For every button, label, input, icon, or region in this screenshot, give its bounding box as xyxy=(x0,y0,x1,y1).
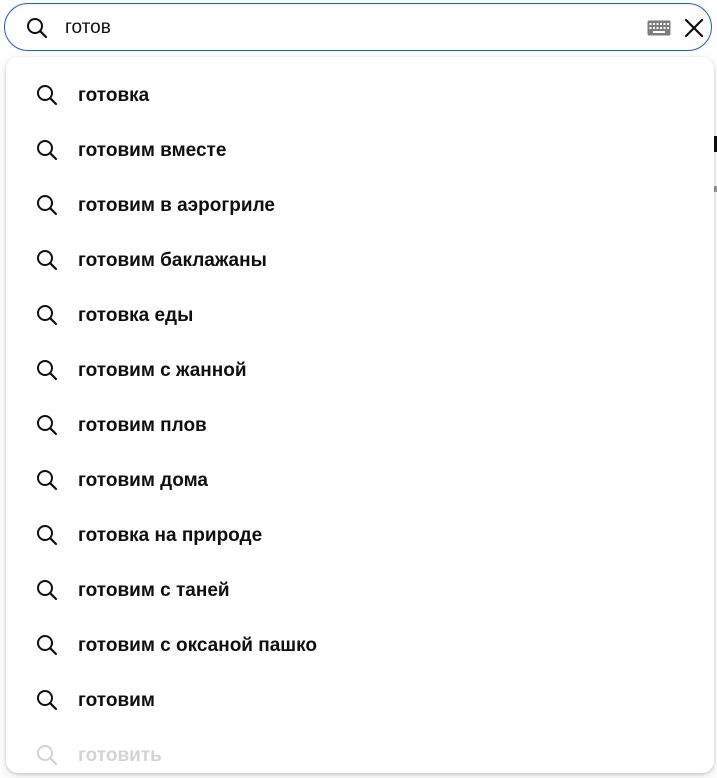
suggestion-item[interactable]: готовить xyxy=(6,728,714,773)
suggestion-item[interactable]: готовим с жанной xyxy=(6,343,714,398)
search-icon xyxy=(27,18,48,39)
search-box[interactable] xyxy=(4,3,712,52)
search-icon xyxy=(37,85,58,106)
suggestion-item[interactable]: готовка еды xyxy=(6,288,714,343)
keyboard-icon[interactable] xyxy=(647,20,671,36)
search-icon xyxy=(37,635,58,656)
search-icon xyxy=(37,415,58,436)
search-icon xyxy=(37,305,58,326)
search-icon xyxy=(37,140,58,161)
suggestion-label: готовим с оксаной пашко xyxy=(78,635,318,656)
suggestion-label: готовим с таней xyxy=(78,580,230,601)
suggestion-label: готовим с жанной xyxy=(78,360,247,381)
suggestion-item[interactable]: готовка на природе xyxy=(6,508,714,563)
search-icon xyxy=(37,195,58,216)
suggestion-label: готовить xyxy=(78,745,162,766)
search-page: готовка готовим вместе готовим в аэрогри… xyxy=(0,0,717,778)
suggestion-label: готовим в аэрогриле xyxy=(78,195,275,216)
suggestion-label: готовим дома xyxy=(78,470,208,491)
search-icon xyxy=(37,690,58,711)
suggestion-label: готовим вместе xyxy=(78,140,227,161)
suggestion-item[interactable]: готовка xyxy=(6,68,714,123)
suggestion-item[interactable]: готовим плов xyxy=(6,398,714,453)
search-input[interactable] xyxy=(65,4,625,52)
suggestion-label: готовка еды xyxy=(78,305,194,326)
suggestion-label: готовим плов xyxy=(78,415,207,436)
suggestion-label: готовим баклажаны xyxy=(78,250,267,271)
search-icon xyxy=(37,360,58,381)
suggestion-item[interactable]: готовим в аэрогриле xyxy=(6,178,714,233)
suggestion-item[interactable]: готовим вместе xyxy=(6,123,714,178)
suggestion-item[interactable]: готовим xyxy=(6,673,714,728)
search-icon xyxy=(37,745,58,766)
close-icon[interactable] xyxy=(682,16,706,40)
suggestion-item[interactable]: готовим баклажаны xyxy=(6,233,714,288)
search-icon xyxy=(37,470,58,491)
suggestion-item[interactable]: готовим с оксаной пашко xyxy=(6,618,714,673)
suggestions-dropdown: готовка готовим вместе готовим в аэрогри… xyxy=(6,57,714,773)
search-icon xyxy=(37,525,58,546)
suggestion-label: готовка xyxy=(78,85,150,106)
suggestion-item[interactable]: готовим дома xyxy=(6,453,714,508)
suggestion-label: готовка на природе xyxy=(78,525,263,546)
search-icon xyxy=(37,250,58,271)
suggestion-label: готовим xyxy=(78,690,155,711)
suggestion-item[interactable]: готовим с таней xyxy=(6,563,714,618)
search-icon xyxy=(37,580,58,601)
